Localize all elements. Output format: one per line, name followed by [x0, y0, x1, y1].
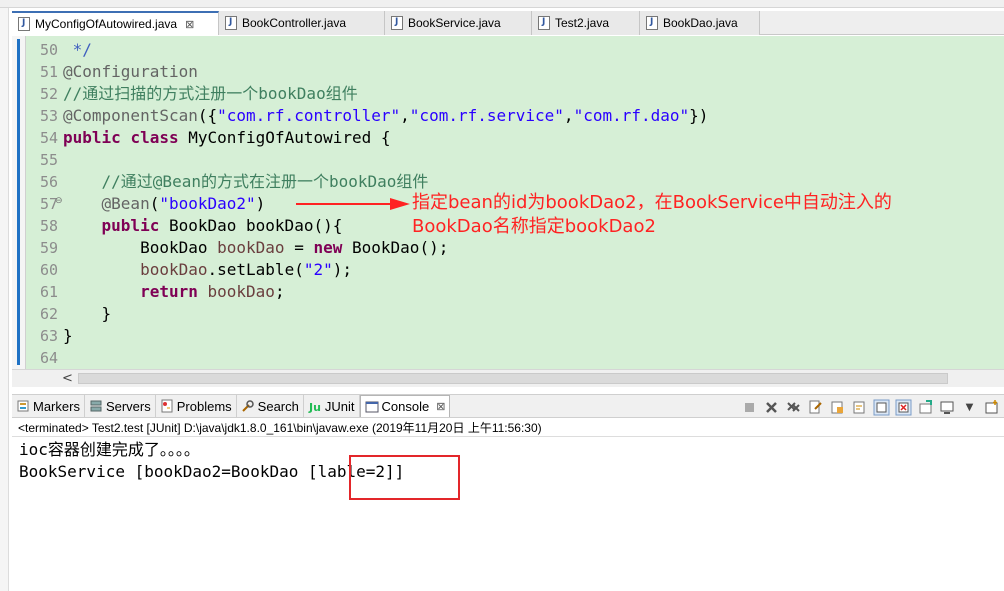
fold-toggle-icon[interactable]: ⊖: [55, 196, 63, 206]
editor-ruler: [12, 36, 26, 369]
chevron-down-icon[interactable]: ▼: [961, 399, 978, 416]
code-line: @ComponentScan({"com.rf.controller","com…: [63, 106, 709, 125]
new-console-icon[interactable]: [983, 399, 1000, 416]
tab-label: BookDao.java: [663, 16, 738, 30]
editor-horizontal-scrollbar[interactable]: <: [12, 369, 1004, 387]
annotation-arrow: [296, 198, 410, 210]
views-tab-bar: Markers Servers Problems Search Ju JUnit…: [12, 394, 1004, 418]
console-process-header: <terminated> Test2.test [JUnit] D:\java\…: [12, 419, 1004, 437]
line-number: 64: [39, 349, 58, 367]
annotation-line: 指定bean的id为bookDao2，在BookService中自动注入的: [412, 192, 892, 213]
close-icon[interactable]: ⊠: [185, 18, 194, 31]
annotation-line: BookDao名称指定bookDao2: [412, 216, 656, 237]
console-icon: [365, 401, 378, 412]
tab-label: JUnit: [324, 398, 355, 414]
tab-markers[interactable]: Markers: [12, 395, 85, 417]
tab-problems[interactable]: Problems: [156, 395, 237, 417]
java-file-icon: [225, 16, 237, 30]
tab-bookcontroller[interactable]: BookController.java: [219, 11, 385, 35]
tab-bookdao[interactable]: BookDao.java: [640, 11, 760, 35]
line-number: 56: [39, 173, 58, 191]
line-number: 62: [39, 305, 58, 323]
word-wrap-icon[interactable]: [851, 399, 868, 416]
tab-label: Markers: [33, 398, 80, 414]
tab-search[interactable]: Search: [237, 395, 304, 417]
code-line: BookDao bookDao = new BookDao();: [63, 238, 449, 257]
console-line: ioc容器创建完成了。。。。: [19, 440, 200, 459]
code-line: }: [63, 304, 112, 323]
console-output[interactable]: ioc容器创建完成了。。。。 BookService [bookDao2=Boo…: [12, 438, 1004, 591]
tab-label: BookService.java: [408, 16, 501, 30]
scroll-lock-icon[interactable]: [829, 399, 846, 416]
code-line: //通过扫描的方式注册一个bookDao组件: [63, 84, 358, 103]
code-line: public class MyConfigOfAutowired {: [63, 128, 391, 147]
line-number: 53: [39, 107, 58, 125]
code-line: return bookDao;: [140, 282, 285, 301]
line-number: 50: [39, 41, 58, 59]
scrollbar-thumb[interactable]: [78, 373, 948, 384]
line-number: 51: [39, 63, 58, 81]
line-number: 58: [39, 217, 58, 235]
pin-console-icon[interactable]: [917, 399, 934, 416]
code-line: //通过@Bean的方式在注册一个bookDao组件: [63, 172, 429, 191]
search-icon: [241, 400, 254, 412]
remove-all-icon[interactable]: [785, 399, 802, 416]
code-line: */: [63, 40, 92, 59]
tab-myconfigofautowired[interactable]: MyConfigOfAutowired.java ⊠: [12, 11, 219, 35]
line-number: 61: [39, 283, 58, 301]
problems-icon: [161, 399, 173, 413]
show-on-error-icon[interactable]: [895, 399, 912, 416]
tab-label: Servers: [105, 398, 151, 414]
line-number: 54: [39, 129, 58, 147]
code-line: }: [63, 326, 73, 345]
svg-text:Ju: Ju: [308, 401, 321, 413]
show-on-output-icon[interactable]: [873, 399, 890, 416]
line-number: 60: [39, 261, 58, 279]
java-file-icon: [646, 16, 658, 30]
remove-launch-icon[interactable]: [763, 399, 780, 416]
console-line: BookService [bookDao2=BookDao [lable=2]]: [19, 462, 405, 481]
window-top-strip: [0, 0, 1004, 8]
markers-icon: [17, 400, 29, 412]
java-file-icon: [538, 16, 550, 30]
servers-icon: [90, 400, 102, 412]
display-selected-console-icon[interactable]: [939, 399, 956, 416]
junit-icon: Ju: [308, 401, 321, 413]
tab-test2[interactable]: Test2.java: [532, 11, 640, 35]
line-number: 63: [39, 327, 58, 345]
editor-tab-bar: MyConfigOfAutowired.java ⊠ BookControlle…: [12, 11, 1004, 35]
highlight-box: [349, 455, 460, 500]
terminate-icon[interactable]: [741, 399, 758, 416]
tab-label: Problems: [176, 398, 232, 414]
left-side-rail: [0, 8, 9, 591]
annotation-text: 指定bean的id为bookDao2，在BookService中自动注入的 Bo…: [412, 191, 972, 239]
close-icon[interactable]: ⊠: [436, 400, 445, 413]
tab-servers[interactable]: Servers: [85, 395, 156, 417]
tab-label: MyConfigOfAutowired.java: [35, 17, 178, 31]
java-file-icon: [391, 16, 403, 30]
code-line: @Configuration: [63, 62, 198, 81]
line-number: 55: [39, 151, 58, 169]
tab-junit[interactable]: Ju JUnit: [304, 395, 360, 417]
change-marker: [17, 39, 20, 365]
scroll-left-icon[interactable]: <: [62, 370, 73, 387]
line-number: 52: [39, 85, 58, 103]
console-toolbar: ▼: [741, 396, 1000, 418]
tab-label: Test2.java: [555, 16, 610, 30]
tab-console[interactable]: Console ⊠: [359, 395, 451, 417]
tab-label: BookController.java: [242, 16, 347, 30]
clear-console-icon[interactable]: [807, 399, 824, 416]
tab-label: Search: [257, 398, 299, 414]
tab-label: Console: [381, 399, 430, 414]
line-number: 59: [39, 239, 58, 257]
java-file-icon: [18, 17, 30, 31]
tab-bookservice[interactable]: BookService.java: [385, 11, 532, 35]
code-line: bookDao.setLable("2");: [140, 260, 352, 279]
